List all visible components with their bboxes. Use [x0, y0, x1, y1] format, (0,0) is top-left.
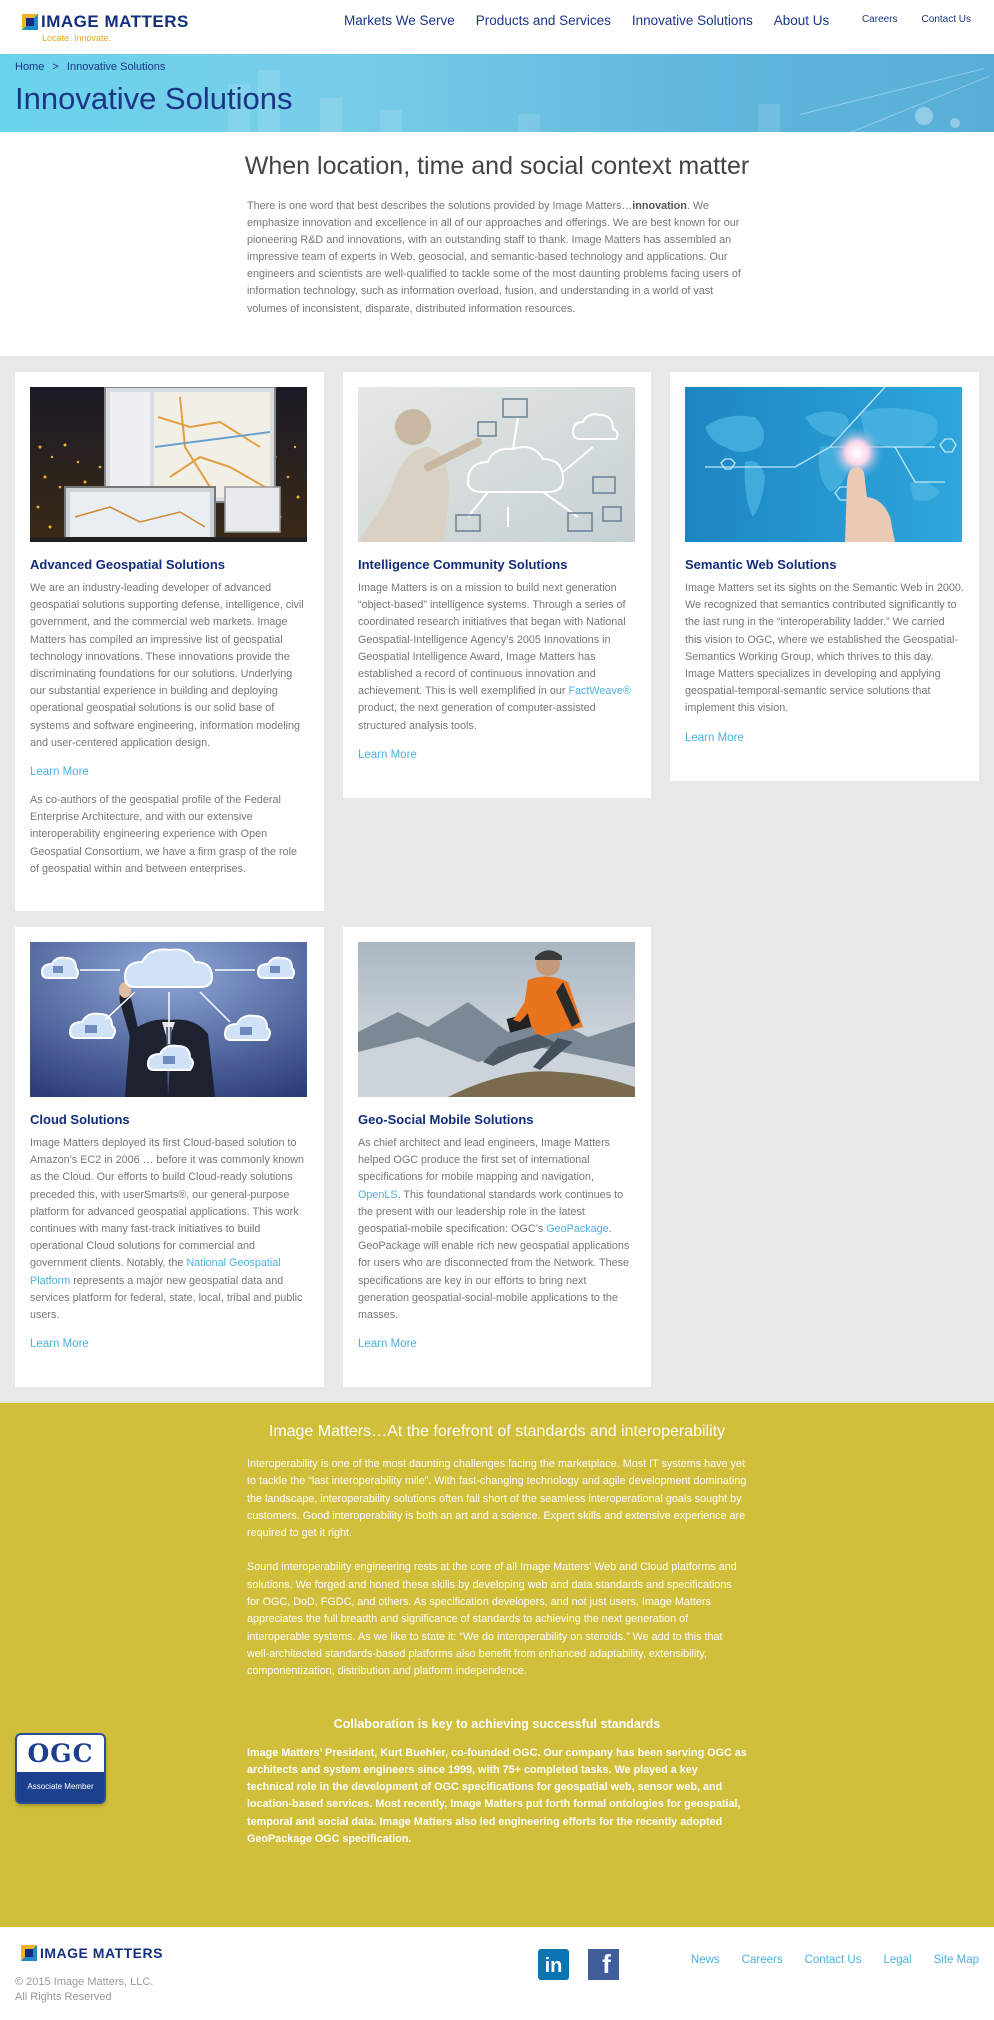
nav-markets[interactable]: Markets We Serve [344, 13, 455, 28]
banner-decoration [758, 104, 780, 132]
nav-about-us[interactable]: About Us [774, 13, 830, 28]
standards-paragraph: Sound interoperability engineering rests… [247, 1561, 737, 1678]
footer-link-contact-us[interactable]: Contact Us [805, 1954, 862, 1966]
card-cloud: Cloud Solutions Image Matters deployed i… [15, 927, 324, 1387]
logo-mark-icon [22, 14, 38, 30]
intro-heading: When location, time and social context m… [244, 152, 750, 180]
logo-mark-icon [21, 1945, 37, 1961]
nav-contact-us[interactable]: Contact Us [922, 14, 971, 25]
geospatial-image [30, 387, 307, 542]
footer-link-legal[interactable]: Legal [883, 1954, 911, 1966]
intro-section: When location, time and social context m… [0, 132, 994, 356]
nav-products-services[interactable]: Products and Services [476, 13, 611, 28]
card-body: Image Matters set its sights on the Sema… [685, 582, 964, 715]
standards-section: Image Matters…At the forefront of standa… [0, 1403, 994, 1927]
collaboration-text: Image Matters’ President, Kurt Buehler, … [247, 1746, 747, 1846]
card-extra-text: As co-authors of the geospatial profile … [30, 794, 298, 875]
footer-link-careers[interactable]: Careers [742, 1954, 783, 1966]
breadcrumb-separator: > [52, 61, 59, 73]
footer-link-news[interactable]: News [691, 1954, 720, 1966]
page-title: Innovative Solutions [15, 81, 293, 116]
mobile-image [358, 942, 635, 1097]
footer-logo-text: IMAGE MATTERS [40, 1945, 163, 1961]
banner-decoration [950, 118, 960, 128]
card-intelligence: Intelligence Community Solutions Image M… [343, 372, 651, 798]
solutions-grid: Advanced Geospatial Solutions We are an … [0, 356, 994, 1403]
card-title: Cloud Solutions [30, 1112, 130, 1127]
footer-logo[interactable]: IMAGE MATTERS [21, 1945, 163, 1961]
learn-more-link[interactable]: Learn More [30, 766, 309, 778]
breadcrumb-current: Innovative Solutions [66, 61, 166, 73]
standards-heading: Image Matters…At the forefront of standa… [268, 1423, 726, 1440]
card-geo-social-mobile: Geo-Social Mobile Solutions As chief arc… [343, 927, 651, 1387]
semantic-image [685, 387, 962, 542]
card-semantic: Semantic Web Solutions Image Matters set… [670, 372, 979, 781]
intro-text: There is one word that best describes th… [247, 200, 741, 315]
breadcrumb: Home > Innovative Solutions [15, 61, 170, 73]
site-logo[interactable]: IMAGE MATTERS Locate. Innovate. [22, 12, 189, 43]
logo-tagline: Locate. Innovate. [42, 33, 112, 43]
card-title: Advanced Geospatial Solutions [30, 557, 226, 572]
site-header: IMAGE MATTERS Locate. Innovate. Markets … [0, 0, 994, 54]
card-body: Image Matters is on a mission to build n… [358, 582, 631, 732]
facebook-icon[interactable]: f [588, 1949, 619, 1980]
card-title: Intelligence Community Solutions [358, 557, 568, 572]
footer-nav: News Careers Contact Us Legal Site Map [669, 1954, 979, 1966]
card-title: Geo-Social Mobile Solutions [358, 1112, 534, 1127]
utility-nav: Careers Contact Us [838, 14, 971, 25]
learn-more-link[interactable]: Learn More [358, 749, 636, 761]
banner-decoration [320, 98, 342, 132]
nav-careers[interactable]: Careers [862, 14, 898, 25]
standards-paragraph: Interoperability is one of the most daun… [247, 1458, 747, 1540]
factweave-link[interactable]: FactWeave® [568, 685, 630, 697]
learn-more-link[interactable]: Learn More [30, 1338, 309, 1350]
ogc-associate-member-badge: OGC Associate Member [15, 1733, 106, 1804]
banner-decoration [380, 110, 402, 132]
linkedin-icon[interactable]: in [538, 1949, 569, 1980]
footer-link-site-map[interactable]: Site Map [934, 1954, 979, 1966]
copyright: © 2015 Image Matters, LLC. All Rights Re… [15, 1976, 154, 2003]
learn-more-link[interactable]: Learn More [685, 732, 964, 744]
logo-text: IMAGE MATTERS [41, 12, 189, 31]
card-geospatial: Advanced Geospatial Solutions We are an … [15, 372, 324, 911]
main-nav: Markets We Serve Products and Services I… [344, 13, 850, 28]
card-body: Image Matters deployed its first Cloud-b… [30, 1137, 305, 1322]
banner-decoration [518, 114, 540, 132]
geopackage-link[interactable]: GeoPackage [546, 1223, 608, 1235]
social-links: in f [538, 1949, 638, 1980]
breadcrumb-home[interactable]: Home [15, 61, 44, 73]
learn-more-link[interactable]: Learn More [358, 1338, 636, 1350]
card-title: Semantic Web Solutions [685, 557, 837, 572]
card-body: We are an industry-leading developer of … [30, 582, 304, 749]
cloud-image [30, 942, 307, 1097]
collaboration-heading: Collaboration is key to achieving succes… [333, 1716, 661, 1731]
card-body: As chief architect and lead engineers, I… [358, 1137, 630, 1322]
site-footer: IMAGE MATTERS © 2015 Image Matters, LLC.… [0, 1927, 994, 2003]
intelligence-image [358, 387, 635, 542]
page-banner: Home > Innovative Solutions Innovative S… [0, 54, 994, 132]
openls-link[interactable]: OpenLS [358, 1189, 398, 1201]
banner-decoration [915, 107, 933, 125]
banner-decoration [799, 68, 985, 115]
nav-innovative-solutions[interactable]: Innovative Solutions [632, 13, 753, 28]
